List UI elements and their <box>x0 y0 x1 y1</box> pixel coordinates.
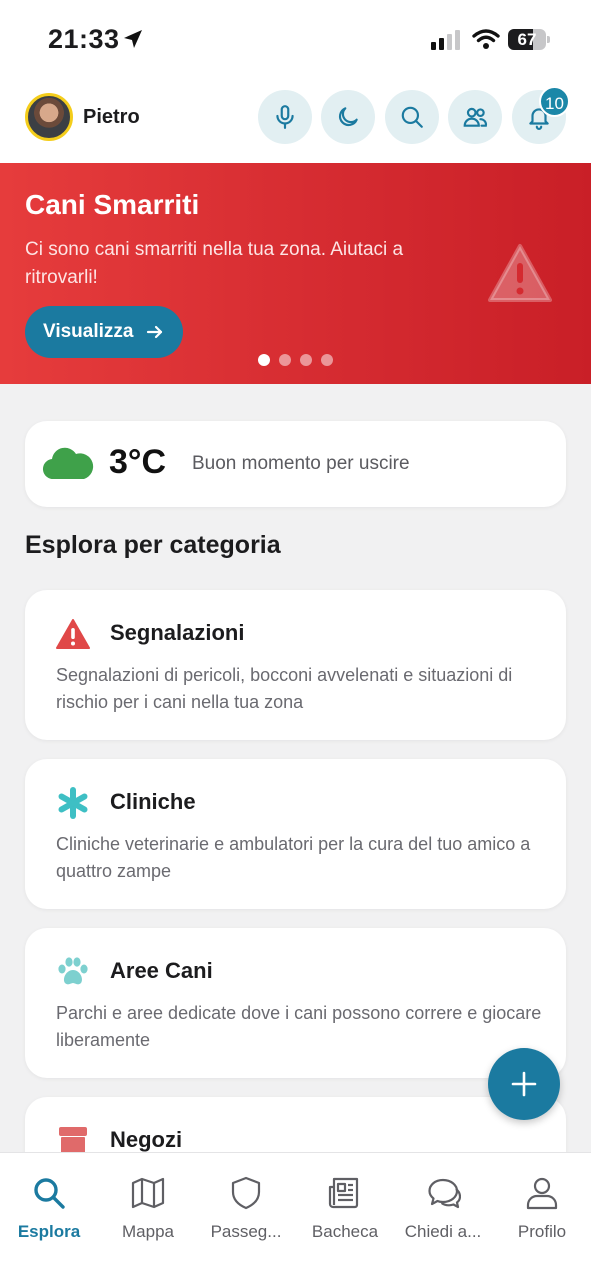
weather-card: 3°C Buon momento per uscire <box>25 421 566 507</box>
newspaper-icon <box>328 1177 359 1209</box>
dark-mode-button[interactable] <box>321 90 375 144</box>
chat-icon <box>428 1178 461 1209</box>
search-button[interactable] <box>385 90 439 144</box>
tab-profilo[interactable]: Profilo <box>493 1153 591 1253</box>
map-icon <box>131 1177 165 1209</box>
battery-level: 67 <box>517 30 537 49</box>
wifi-icon <box>472 29 500 49</box>
location-arrow-icon <box>124 30 142 48</box>
tab-chiedi[interactable]: Chiedi a... <box>394 1153 492 1253</box>
banner-text: Ci sono cani smarriti nella tua zona. Ai… <box>25 239 404 288</box>
user-name[interactable]: Pietro <box>83 106 140 129</box>
cloud-icon <box>42 447 94 480</box>
carousel-dot[interactable] <box>258 354 270 366</box>
tab-mappa[interactable]: Mappa <box>99 1153 197 1253</box>
people-icon <box>463 107 487 127</box>
category-description: Parchi e aree dedicate dove i cani posso… <box>56 1003 542 1050</box>
carousel-dot[interactable] <box>321 354 333 366</box>
plus-icon <box>511 1071 537 1097</box>
tab-label: Profilo <box>517 1222 567 1241</box>
paw-icon <box>58 957 88 985</box>
category-title: Negozi <box>110 1127 183 1152</box>
view-button[interactable]: Visualizza <box>25 306 183 358</box>
app-header: Pietro 10 <box>0 80 591 163</box>
search-icon <box>401 106 423 128</box>
category-card-segnalazioni[interactable]: Segnalazioni Segnalazioni di pericoli, b… <box>25 590 566 740</box>
warning-icon <box>56 619 90 649</box>
carousel-dot[interactable] <box>279 354 291 366</box>
person-icon <box>526 1177 558 1210</box>
lost-dogs-banner[interactable]: Cani Smarriti Ci sono cani smarriti nell… <box>0 163 591 384</box>
category-title: Cliniche <box>110 789 196 814</box>
friends-button[interactable] <box>448 90 502 144</box>
section-title: Esplora per categoria <box>25 531 281 559</box>
status-time: 21:33 <box>48 24 120 54</box>
tab-label: Mappa <box>122 1222 174 1241</box>
avatar[interactable] <box>25 93 73 141</box>
search-icon <box>34 1178 65 1209</box>
microphone-icon <box>276 105 294 129</box>
tab-passeggiate[interactable]: Passeg... <box>197 1153 295 1253</box>
tab-label: Chiedi a... <box>404 1222 482 1241</box>
category-description: Cliniche veterinarie e ambulatori per la… <box>56 834 531 881</box>
weather-message: Buon momento per uscire <box>192 453 410 474</box>
tab-label: Bacheca <box>311 1222 379 1241</box>
category-description: Segnalazioni di pericoli, bocconi avvele… <box>56 665 513 712</box>
banner-title: Cani Smarriti <box>25 189 200 220</box>
view-button-label: Visualizza <box>43 321 134 342</box>
tab-bacheca[interactable]: Bacheca <box>296 1153 394 1253</box>
category-card-aree-cani[interactable]: Aree Cani Parchi e aree dedicate dove i … <box>25 928 566 1078</box>
tab-label: Passeg... <box>210 1222 282 1241</box>
microphone-button[interactable] <box>258 90 312 144</box>
shield-icon <box>231 1176 261 1210</box>
asterisk-icon <box>58 787 88 819</box>
tab-bar: Esplora Mappa Passeg... Bacheca Chiedi a… <box>0 1152 591 1280</box>
carousel-dot[interactable] <box>300 354 312 366</box>
battery-icon: 67 <box>508 29 550 50</box>
category-card-cliniche[interactable]: Cliniche Cliniche veterinarie e ambulato… <box>25 759 566 909</box>
signal-icon <box>431 30 460 50</box>
notification-badge: 10 <box>539 86 570 117</box>
category-title: Aree Cani <box>110 958 213 983</box>
status-bar: 21:33 67 <box>0 0 591 80</box>
tab-esplora[interactable]: Esplora <box>0 1153 98 1253</box>
moon-icon <box>338 107 358 127</box>
category-title: Segnalazioni <box>110 620 245 645</box>
add-button[interactable] <box>488 1048 560 1120</box>
tab-label: Esplora <box>17 1222 81 1241</box>
warning-icon <box>488 244 552 302</box>
temperature: 3°C <box>109 443 167 481</box>
arrow-right-icon <box>146 325 163 339</box>
